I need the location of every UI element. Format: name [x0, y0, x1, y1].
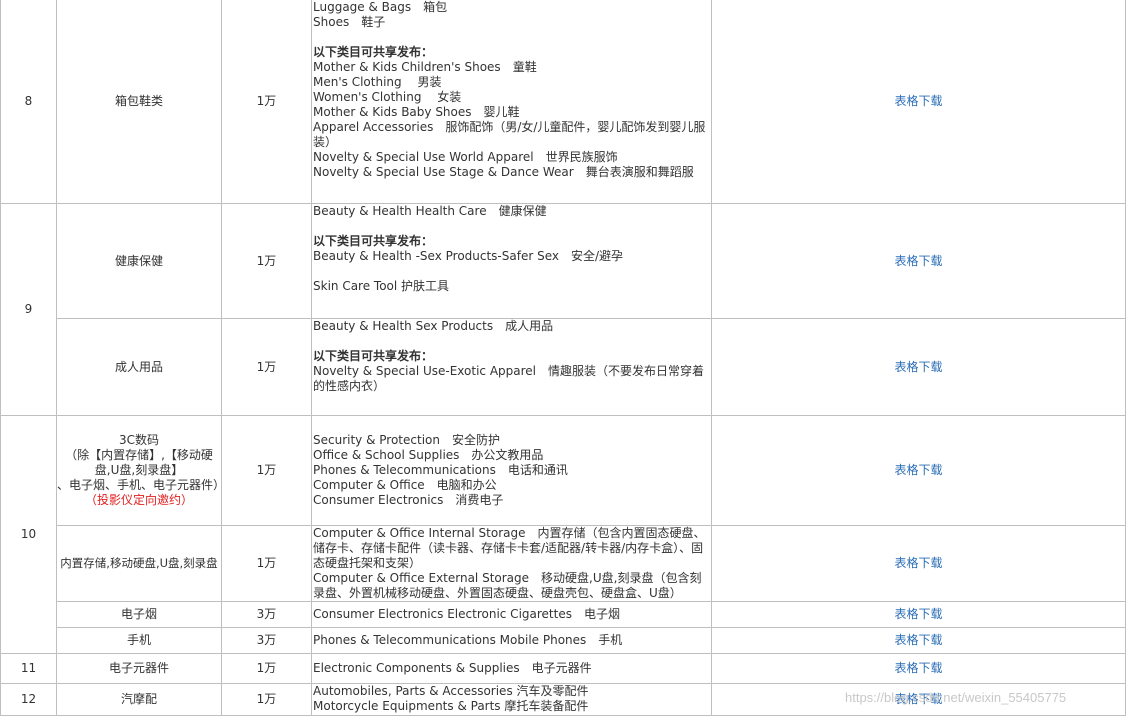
deposit-amount: 1万 [221, 525, 312, 602]
category-detail: Beauty & Health Health Care 健康保健 以下类目可共享… [311, 203, 712, 319]
category-line: （除【内置存储】,【移动硬盘,U盘,刻录盘】 [65, 448, 213, 477]
detail-line: Shoes 鞋子 [313, 15, 386, 29]
category-name: 内置存储,移动硬盘,U盘,刻录盘 [56, 525, 222, 602]
table-row: 10 3C数码 （除【内置存储】,【移动硬盘,U盘,刻录盘】 、电子烟、手机、电… [0, 415, 1126, 654]
category-detail: Computer & Office Internal Storage 内置存储（… [311, 525, 712, 602]
row-number: 11 [0, 653, 57, 684]
category-detail: Electronic Components & Supplies 电子元器件 [311, 653, 712, 684]
detail-line: Automobiles, Parts & Accessories 汽车及零配件 [313, 684, 589, 698]
shared-title: 以下类目可共享发布： [313, 349, 434, 363]
table-row: 电子烟 3万 Consumer Electronics Electronic C… [1, 601, 1126, 628]
row-number: 8 [0, 0, 57, 204]
category-name: 电子烟 [56, 601, 222, 628]
category-name: 手机 [56, 627, 222, 654]
row-number: 9 [0, 203, 57, 416]
deposit-amount: 1万 [221, 415, 312, 526]
category-line: 3C数码 [118, 433, 159, 447]
detail-line: Beauty & Health Sex Products 成人用品 [313, 319, 554, 333]
table-row: 成人用品 1万 Beauty & Health Sex Products 成人用… [1, 318, 1126, 416]
category-line: 、电子烟、手机、电子元器件） [57, 478, 226, 492]
shared-title: 以下类目可共享发布： [313, 45, 434, 59]
deposit-amount: 1万 [221, 653, 312, 684]
download-link[interactable]: 表格下载 [894, 661, 942, 675]
category-name: 3C数码 （除【内置存储】,【移动硬盘,U盘,刻录盘】 、电子烟、手机、电子元器… [56, 415, 226, 526]
detail-line: Mother & Kids Baby Shoes 婴儿鞋 [313, 105, 520, 119]
category-detail: Automobiles, Parts & Accessories 汽车及零配件 … [311, 683, 712, 716]
invitation-notice: （投影仪定向邀约） [84, 493, 193, 507]
detail-line: Motorcycle Equipments & Parts 摩托车装备配件 [313, 699, 589, 713]
download-link[interactable]: 表格下载 [894, 254, 942, 268]
detail-line: Skin Care Tool 护肤工具 [313, 279, 450, 293]
detail-line: Beauty & Health -Sex Products-Safer Sex … [313, 249, 624, 263]
deposit-amount: 1万 [221, 683, 312, 716]
download-link[interactable]: 表格下载 [894, 360, 942, 374]
download-link[interactable]: 表格下载 [894, 607, 942, 621]
detail-line: Consumer Electronics 消费电子 [313, 493, 504, 507]
category-detail: Luggage & Bags 箱包 Shoes 鞋子 以下类目可共享发布： Mo… [311, 0, 712, 204]
category-detail: Consumer Electronics Electronic Cigarett… [311, 601, 712, 628]
shared-title: 以下类目可共享发布： [313, 234, 434, 248]
table-row: 9 健康保健 1万 Beauty & Health Health Care 健康… [0, 203, 1126, 416]
deposit-amount: 3万 [221, 627, 312, 654]
detail-line: Security & Protection 安全防护 [313, 433, 500, 447]
download-link[interactable]: 表格下载 [894, 94, 942, 108]
table-row: 手机 3万 Phones & Telecommunications Mobile… [1, 627, 1126, 654]
row-number: 12 [0, 683, 57, 716]
category-detail: Phones & Telecommunications Mobile Phone… [311, 627, 712, 654]
detail-line: Luggage & Bags 箱包 [313, 0, 448, 14]
download-link[interactable]: 表格下载 [894, 692, 942, 706]
category-name: 健康保健 [56, 203, 222, 319]
detail-line: Novelty & Special Use-Exotic Apparel 情趣服… [313, 364, 705, 393]
download-link[interactable]: 表格下载 [894, 556, 942, 570]
category-name: 箱包鞋类 [56, 0, 222, 204]
detail-line: Computer & Office External Storage 移动硬盘,… [313, 571, 702, 600]
row-number: 10 [0, 415, 57, 654]
detail-line: Apparel Accessories 服饰配饰（男/女/儿童配件，婴儿配饰发到… [313, 120, 706, 149]
table-row: 12 汽摩配 1万 Automobiles, Parts & Accessori… [0, 683, 1126, 716]
category-table: 8 箱包鞋类 1万 Luggage & Bags 箱包 Shoes 鞋子 以下类… [0, 0, 1126, 716]
category-name: 电子元器件 [56, 653, 222, 684]
detail-line: Beauty & Health Health Care 健康保健 [313, 204, 547, 218]
detail-line: Computer & Office 电脑和办公 [313, 478, 497, 492]
deposit-amount: 1万 [221, 0, 312, 204]
detail-line: Phones & Telecommunications Mobile Phone… [313, 633, 623, 647]
detail-line: Mother & Kids Children's Shoes 童鞋 [313, 60, 537, 74]
category-detail: Beauty & Health Sex Products 成人用品 以下类目可共… [311, 318, 712, 416]
category-detail: Security & Protection 安全防护 Office & Scho… [311, 415, 712, 526]
download-link[interactable]: 表格下载 [894, 463, 942, 477]
deposit-amount: 1万 [221, 318, 312, 416]
detail-line: Electronic Components & Supplies 电子元器件 [313, 661, 592, 675]
detail-line: Consumer Electronics Electronic Cigarett… [313, 607, 620, 621]
detail-line: Phones & Telecommunications 电话和通讯 [313, 463, 568, 477]
detail-line: Computer & Office Internal Storage 内置存储（… [313, 526, 706, 570]
category-name: 汽摩配 [56, 683, 222, 716]
detail-line: Men's Clothing 男装 [313, 75, 442, 89]
deposit-amount: 1万 [221, 203, 312, 319]
deposit-amount: 3万 [221, 601, 312, 628]
download-link[interactable]: 表格下载 [894, 633, 942, 647]
category-name: 成人用品 [56, 318, 222, 416]
detail-line: Novelty & Special Use Stage & Dance Wear… [313, 165, 694, 179]
detail-line: Office & School Supplies 办公文教用品 [313, 448, 544, 462]
detail-line: Women's Clothing 女装 [313, 90, 462, 104]
table-row: 11 电子元器件 1万 Electronic Components & Supp… [0, 653, 1126, 684]
table-row: 内置存储,移动硬盘,U盘,刻录盘 1万 Computer & Office In… [1, 525, 1126, 602]
table-row: 8 箱包鞋类 1万 Luggage & Bags 箱包 Shoes 鞋子 以下类… [0, 0, 1126, 204]
detail-line: Novelty & Special Use World Apparel 世界民族… [313, 150, 618, 164]
